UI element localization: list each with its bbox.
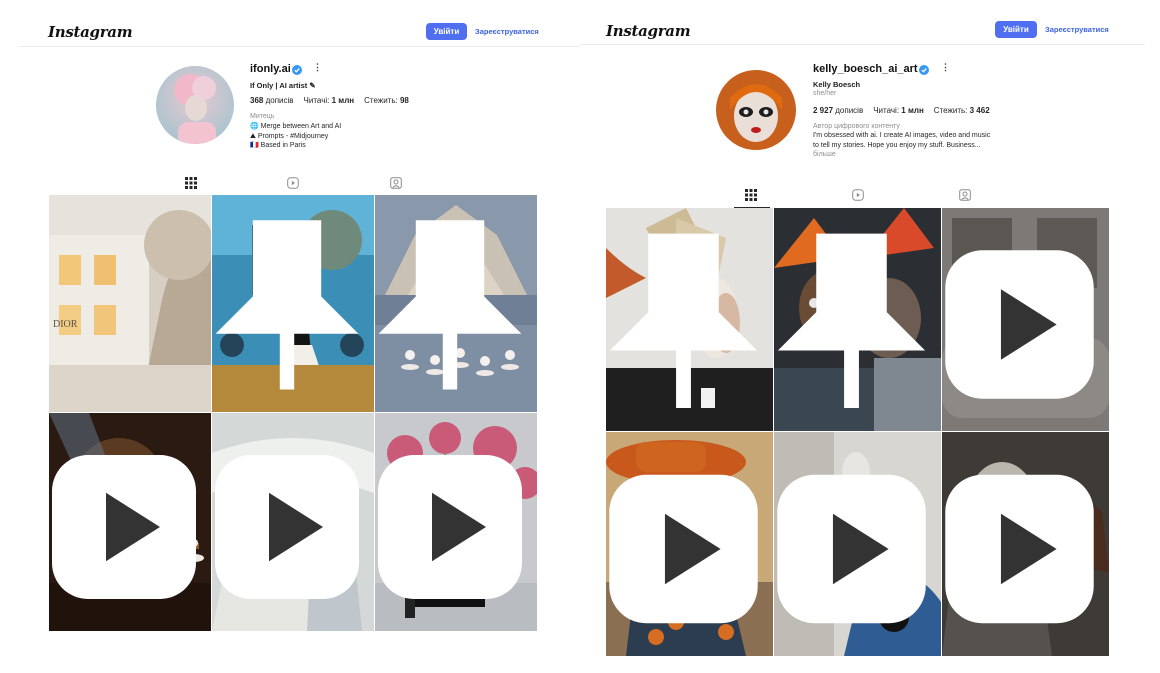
reel-icon [609, 474, 758, 624]
header-divider [18, 46, 580, 47]
profile-tabs [606, 189, 1109, 205]
bio-line: I'm obsessed with ai. I create AI images… [813, 132, 991, 139]
profile-full-name: Kelly Boesch [813, 80, 861, 89]
post-tile[interactable] [774, 432, 941, 656]
profile-category: Митець [250, 113, 275, 120]
pin-icon [609, 233, 758, 408]
signup-link[interactable]: Зареєструватися [1045, 21, 1109, 38]
posts-count: 2 927 [813, 106, 834, 115]
post-tile[interactable] [942, 432, 1109, 656]
profile-bio: 🌐 Merge between Art and AI ⛰ Prompts - #… [250, 122, 341, 151]
left-profile-panel: Instagram Увійти Зареєструватися ifonly.… [0, 0, 580, 673]
login-button[interactable]: Увійти [426, 23, 467, 40]
profile-username: ifonly.ai [250, 63, 291, 75]
reel-icon [215, 455, 359, 599]
tab-posts-grid-icon[interactable] [745, 189, 757, 201]
pin-icon [378, 220, 522, 390]
profile-pronouns: she/her [813, 90, 837, 97]
post-tile[interactable] [774, 208, 941, 431]
profile-full-name: If Only | AI artist ✎ [250, 81, 316, 90]
tab-tagged-icon[interactable] [390, 177, 402, 189]
post-tile[interactable] [606, 208, 773, 431]
bio-line: to tell my stories. Hope you enjoy my st… [813, 141, 981, 149]
right-profile-panel: Instagram Увійти Зареєструватися kelly_b… [580, 0, 1160, 673]
followers-count[interactable]: 1 млн [332, 96, 355, 105]
tab-reels-icon[interactable] [287, 177, 299, 189]
post-tile[interactable] [212, 195, 374, 412]
profile-avatar[interactable] [716, 70, 796, 150]
posts-grid: DIOR [49, 195, 537, 631]
posts-label: дописів [265, 96, 294, 105]
bio-more-link[interactable]: більше [813, 150, 990, 160]
verified-badge-icon [919, 65, 929, 75]
post-tile[interactable]: DIOR [49, 195, 211, 412]
posts-label: дописів [835, 106, 864, 115]
post-tile[interactable] [212, 413, 374, 631]
following-label[interactable]: Стежить: [934, 106, 968, 115]
reel-icon [945, 474, 1094, 624]
reel-icon [378, 455, 522, 599]
svg-text:DIOR: DIOR [53, 319, 78, 330]
following-count[interactable]: 98 [400, 96, 409, 105]
tab-reels-icon[interactable] [852, 189, 864, 201]
more-options-icon[interactable]: ⋮ [313, 63, 322, 72]
posts-count: 368 [250, 96, 264, 105]
profile-avatar[interactable] [156, 66, 234, 144]
followers-count[interactable]: 1 млн [901, 106, 924, 115]
header-divider [580, 44, 1145, 45]
reel-icon [52, 455, 196, 599]
verified-badge-icon [292, 65, 302, 75]
profile-username: kelly_boesch_ai_art [813, 63, 918, 75]
following-count[interactable]: 3 462 [970, 106, 990, 115]
login-button[interactable]: Увійти [995, 21, 1037, 38]
post-tile[interactable] [942, 208, 1109, 431]
reel-icon [777, 474, 926, 624]
tab-tagged-icon[interactable] [959, 189, 971, 201]
tab-posts-grid-icon[interactable] [185, 177, 197, 189]
post-image: DIOR [49, 195, 211, 412]
post-tile[interactable] [375, 413, 537, 631]
post-tile[interactable] [375, 195, 537, 412]
bio-line: ⛰ Prompts - #Midjourney [250, 132, 329, 140]
reel-icon [945, 250, 1094, 399]
top-bar: Instagram Увійти Зареєструватися [0, 18, 580, 46]
posts-grid [606, 208, 1109, 656]
bio-line: 🇫🇷 Based in Paris [250, 142, 306, 149]
post-tile[interactable] [49, 413, 211, 631]
following-label[interactable]: Стежить: [364, 96, 398, 105]
followers-label[interactable]: Читачі: [873, 106, 899, 115]
pin-icon [215, 220, 359, 390]
bio-line: 🌐 Merge between Art and AI [250, 123, 342, 130]
followers-label[interactable]: Читачі: [304, 96, 330, 105]
signup-link[interactable]: Зареєструватися [475, 23, 539, 40]
instagram-logo[interactable]: Instagram [48, 23, 133, 41]
post-tile[interactable] [606, 432, 773, 656]
profile-tabs [48, 177, 537, 193]
top-bar: Instagram Увійти Зареєструватися [580, 18, 1160, 46]
profile-stats: 368 дописів Читачі: 1 млн Стежить: 98 [250, 96, 409, 105]
instagram-logo[interactable]: Instagram [606, 22, 691, 40]
pin-icon [777, 233, 926, 408]
more-options-icon[interactable]: ⋮ [941, 63, 950, 72]
profile-stats: 2 927 дописів Читачі: 1 млн Стежить: 3 462 [813, 106, 990, 115]
profile-category: Автор цифрового контенту [813, 123, 900, 130]
profile-bio: I'm obsessed with ai. I create AI images… [813, 131, 990, 160]
